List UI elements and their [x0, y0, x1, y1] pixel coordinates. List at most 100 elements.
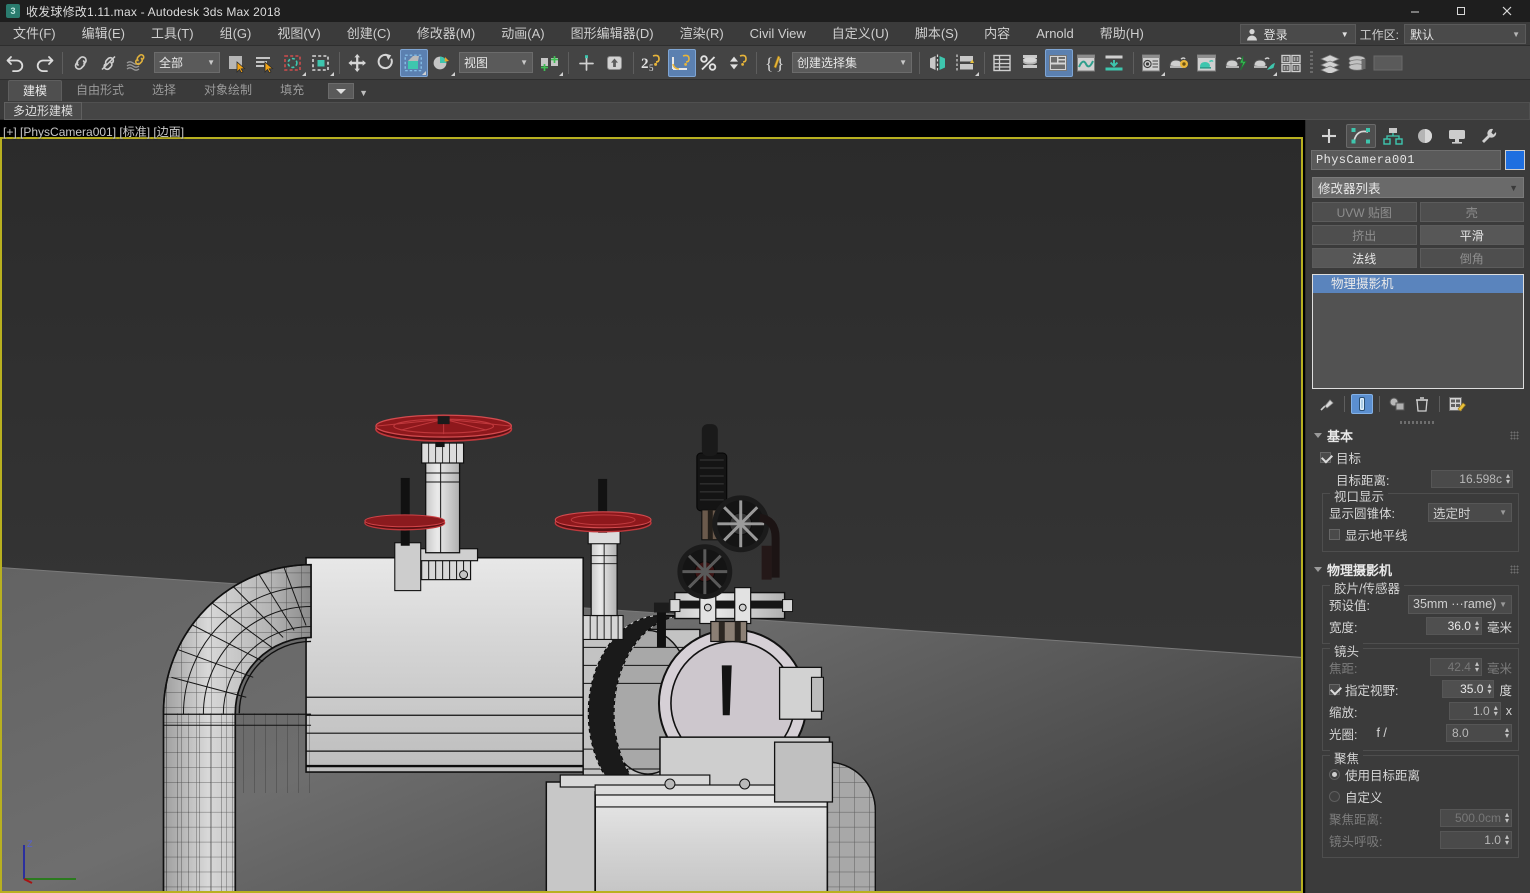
login-button[interactable]: 登录 ▼	[1239, 24, 1356, 44]
viewport-area[interactable]: [+] [PhysCamera001] [标准] [边面] Z	[0, 120, 1305, 893]
render-in-layers-icon[interactable]	[1317, 49, 1345, 77]
ribbon-tab-selection[interactable]: 选择	[138, 80, 190, 101]
menu-views[interactable]: 视图(V)	[264, 22, 333, 46]
layer-explorer-icon[interactable]	[989, 49, 1017, 77]
snaps-toggle-icon[interactable]: 25	[638, 49, 668, 77]
spinner-arrows-icon[interactable]: ▴ ▾	[1494, 704, 1498, 718]
spinner-arrows-icon[interactable]: ▴ ▾	[1506, 472, 1510, 486]
toggle-ribbon-icon[interactable]	[1045, 48, 1073, 77]
panel-resize-handle[interactable]	[1306, 418, 1530, 426]
unlink-selection-icon[interactable]	[95, 49, 123, 77]
ribbon-tab-object-paint[interactable]: 对象绘制	[190, 80, 266, 101]
edit-named-selection-sets-icon[interactable]: {}	[761, 49, 789, 77]
rectangular-selection-region-icon[interactable]	[279, 49, 307, 77]
undo-icon[interactable]	[2, 49, 30, 77]
spinner-snap-toggle-icon[interactable]	[724, 49, 752, 77]
target-checkbox[interactable]	[1320, 451, 1331, 463]
render-production-icon[interactable]	[1222, 49, 1250, 77]
bind-to-space-warp-icon[interactable]	[123, 49, 151, 77]
select-and-move-icon[interactable]	[344, 49, 372, 77]
menu-scripting[interactable]: 脚本(S)	[902, 22, 971, 46]
select-object-icon[interactable]	[223, 49, 251, 77]
window-crossing-toggle-icon[interactable]	[307, 49, 335, 77]
create-tab[interactable]	[1314, 124, 1344, 148]
show-horizon-checkbox[interactable]	[1329, 528, 1340, 540]
pin-stack-icon[interactable]	[1316, 394, 1338, 414]
rollout-basic-header[interactable]: 基本	[1310, 426, 1527, 445]
make-unique-icon[interactable]	[1386, 394, 1408, 414]
schematic-view-icon[interactable]	[1101, 49, 1129, 77]
reference-coordinate-system-combo[interactable]: 视图 ▼	[459, 52, 533, 73]
menu-modifiers[interactable]: 修改器(M)	[404, 22, 489, 46]
scene-explorer-icon[interactable]	[1017, 49, 1045, 77]
mirror-icon[interactable]	[924, 49, 952, 77]
menu-arnold[interactable]: Arnold	[1023, 22, 1087, 46]
select-and-rotate-icon[interactable]	[372, 49, 400, 77]
viewport-label[interactable]: [+] [PhysCamera001] [标准] [边面]	[3, 123, 184, 140]
selection-lock-toggle-icon[interactable]	[573, 49, 601, 77]
menu-civil-view[interactable]: Civil View	[737, 22, 819, 46]
select-and-place-icon[interactable]	[428, 49, 456, 77]
spinner-arrows-icon[interactable]: ▴ ▾	[1505, 726, 1509, 740]
display-tab[interactable]	[1442, 124, 1472, 148]
show-end-result-icon[interactable]	[1351, 394, 1373, 414]
use-pivot-point-center-icon[interactable]	[536, 49, 564, 77]
absolute-relative-transform-icon[interactable]	[601, 49, 629, 77]
close-icon[interactable]	[1484, 0, 1530, 22]
viewport-3d-scene[interactable]	[2, 139, 1301, 893]
preset-dropdown[interactable]: 35mm ···rame) ▼	[1408, 594, 1512, 614]
spinner-arrows-icon[interactable]: ▴ ▾	[1475, 619, 1479, 633]
zoom-spinner[interactable]: 1.0 ▴ ▾	[1448, 702, 1501, 720]
focus-custom-radio[interactable]	[1329, 790, 1340, 802]
modifier-button-chamfer[interactable]: 倒角	[1419, 248, 1524, 268]
workspace-select[interactable]: 默认 ▼	[1404, 24, 1526, 44]
ribbon-tab-modeling[interactable]: 建模	[8, 80, 63, 101]
object-name-field[interactable]: PhysCamera001	[1311, 150, 1501, 170]
configure-modifier-sets-icon[interactable]	[1446, 394, 1468, 414]
modifier-button-normal[interactable]: 法线	[1312, 248, 1417, 268]
menu-edit[interactable]: 编辑(E)	[69, 22, 138, 46]
show-cone-dropdown[interactable]: 选定时 ▼	[1428, 502, 1512, 522]
hierarchy-tab[interactable]	[1378, 124, 1408, 148]
spinner-arrows-icon[interactable]: ▴ ▾	[1487, 682, 1491, 696]
target-distance-spinner[interactable]: 16.598c ▴ ▾	[1431, 470, 1513, 488]
menu-graph-editors[interactable]: 图形编辑器(D)	[558, 22, 667, 46]
width-spinner[interactable]: 36.0 ▴ ▾	[1425, 617, 1482, 635]
select-and-uniform-scale-icon[interactable]	[400, 48, 428, 77]
select-by-name-icon[interactable]	[251, 49, 279, 77]
specify-fov-checkbox[interactable]	[1329, 683, 1340, 695]
modifier-button-extrude[interactable]: 挤出	[1312, 225, 1417, 245]
rendered-frame-window-icon[interactable]	[1194, 49, 1222, 77]
menu-rendering[interactable]: 渲染(R)	[667, 22, 737, 46]
project-folder-button[interactable]	[1373, 49, 1403, 77]
menu-create[interactable]: 创建(C)	[334, 22, 404, 46]
modifier-button-uvw-map[interactable]: UVW 贴图	[1312, 202, 1417, 222]
modifier-stack-item-physical-camera[interactable]: 物理摄影机	[1313, 275, 1523, 293]
redo-icon[interactable]	[30, 49, 58, 77]
menu-animation[interactable]: 动画(A)	[488, 22, 557, 46]
material-editor-icon[interactable]	[1138, 49, 1166, 77]
render-iterative-icon[interactable]	[1250, 49, 1278, 77]
selection-filter-combo[interactable]: 全部 ▼	[154, 52, 220, 73]
named-selection-sets-combo[interactable]: 创建选择集 ▼	[792, 52, 912, 73]
lens-breathing-spinner[interactable]: 1.0 ▴ ▾	[1440, 831, 1512, 849]
state-sets-icon[interactable]	[1345, 49, 1373, 77]
menu-content[interactable]: 内容	[971, 22, 1023, 46]
angle-snap-toggle-icon[interactable]	[668, 48, 696, 77]
maximize-icon[interactable]	[1438, 0, 1484, 22]
menu-customize[interactable]: 自定义(U)	[819, 22, 902, 46]
menu-file[interactable]: 文件(F)	[0, 22, 69, 46]
rollout-physical-camera-header[interactable]: 物理摄影机	[1310, 560, 1527, 579]
menu-group[interactable]: 组(G)	[207, 22, 265, 46]
render-setup-icon[interactable]	[1166, 49, 1194, 77]
ribbon-tab-freeform[interactable]: 自由形式	[62, 80, 138, 101]
object-color-swatch[interactable]	[1505, 150, 1525, 170]
ribbon-overflow-icon[interactable]	[328, 83, 355, 99]
menu-tools[interactable]: 工具(T)	[138, 22, 207, 46]
curve-editor-icon[interactable]	[1073, 49, 1101, 77]
utilities-tab[interactable]	[1474, 124, 1504, 148]
modifier-list-dropdown[interactable]: 修改器列表 ▼	[1312, 177, 1524, 198]
modify-tab[interactable]	[1346, 123, 1376, 148]
modifier-stack[interactable]: 物理摄影机	[1312, 274, 1524, 389]
percent-snap-toggle-icon[interactable]	[696, 49, 724, 77]
